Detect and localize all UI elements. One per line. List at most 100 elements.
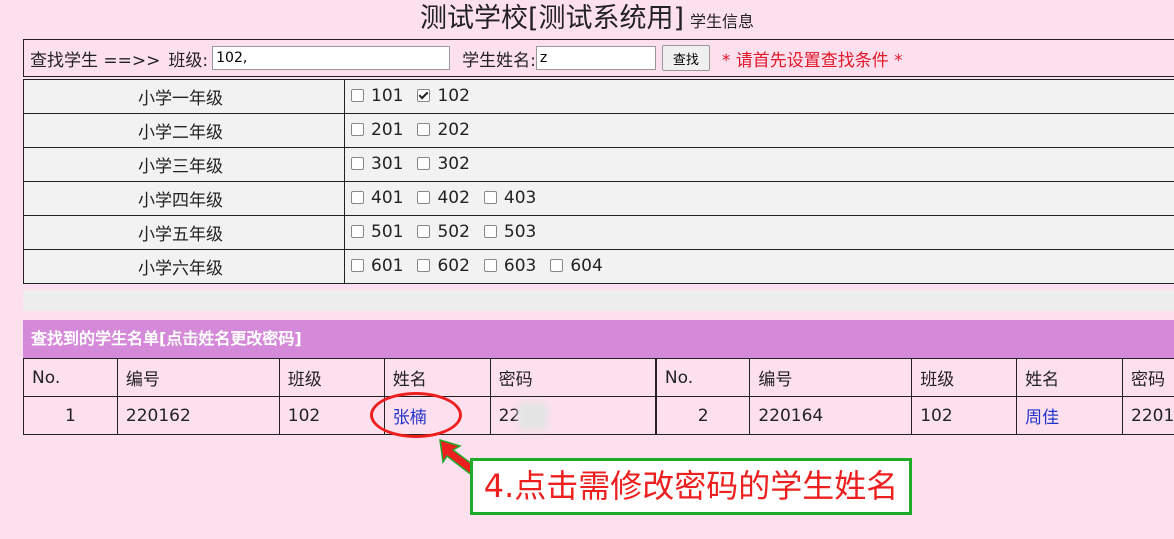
class-input[interactable] — [212, 46, 451, 70]
class-code: 603 — [503, 255, 537, 276]
class-checkbox[interactable] — [417, 123, 431, 137]
class-checkbox[interactable] — [351, 123, 364, 137]
student-id: 220164 — [749, 396, 913, 435]
table-header-row: No. 编号 班级 姓名 密码 No. 编号 班级 姓名 密码 — [23, 358, 1174, 397]
grade-name: 小学五年级 — [23, 215, 345, 250]
grade-row: 小学三年级 301 302 — [23, 147, 1174, 182]
table-row: 1 220162 102 张楠 22 2 220164 102 周佳 2201 — [23, 396, 1174, 435]
results-heading: 查找到的学生名单[点击姓名更改密码] — [23, 320, 1174, 358]
grade-row: 小学一年级 101 102 — [23, 79, 1174, 114]
column-header-name: 姓名 — [383, 358, 491, 397]
column-header-password: 密码 — [489, 358, 657, 397]
class-option[interactable]: 603 — [483, 255, 537, 276]
grade-row: 小学二年级 201 202 — [23, 113, 1174, 148]
class-checkbox[interactable] — [483, 225, 497, 239]
grade-name: 小学四年级 — [23, 181, 345, 216]
class-checkbox[interactable] — [417, 191, 431, 205]
student-password: 2201 — [1131, 405, 1174, 426]
class-option[interactable]: 503 — [483, 221, 537, 242]
search-bar: 查找学生 ==>> 班级: 学生姓名: 查找 * 请首先设置查找条件 * — [23, 39, 1174, 77]
class-option[interactable]: 403 — [483, 187, 537, 208]
class-option[interactable]: 402 — [417, 187, 470, 208]
class-option[interactable]: 201 — [351, 120, 403, 140]
class-option[interactable]: 601 — [351, 256, 403, 276]
column-header-class: 班级 — [911, 358, 1018, 397]
student-password-cell: 2201 — [1122, 396, 1174, 435]
grade-row: 小学五年级 501 502 503 — [23, 215, 1174, 250]
student-password: 22 — [498, 405, 521, 426]
student-name-label: 学生姓名: — [462, 50, 536, 71]
class-checkbox[interactable] — [351, 89, 364, 103]
student-id: 220162 — [116, 396, 280, 435]
class-checkbox[interactable] — [417, 89, 431, 103]
student-results-table: No. 编号 班级 姓名 密码 No. 编号 班级 姓名 密码 1 220162… — [23, 358, 1174, 435]
class-option[interactable]: 501 — [351, 222, 403, 242]
student-no: 2 — [654, 396, 751, 435]
class-code: 403 — [503, 187, 537, 208]
grade-name: 小学六年级 — [23, 249, 345, 284]
class-options: 501 502 503 — [344, 215, 1174, 250]
column-header-no: No. — [23, 358, 118, 397]
grade-name: 小学一年级 — [23, 79, 345, 114]
class-code: 602 — [437, 255, 470, 276]
class-checkbox[interactable] — [351, 157, 364, 171]
instruction-callout: 4.点击需修改密码的学生姓名 — [470, 458, 912, 515]
highlight-circle — [370, 392, 462, 438]
class-checkbox[interactable] — [483, 259, 497, 273]
class-code: 501 — [371, 221, 404, 242]
student-name-link[interactable]: 周佳 — [1025, 408, 1059, 428]
class-option[interactable]: 101 — [351, 86, 403, 106]
class-checkbox[interactable] — [417, 259, 431, 273]
class-options: 401 402 403 — [344, 181, 1174, 216]
class-code: 302 — [437, 153, 470, 174]
column-header-id: 编号 — [749, 358, 913, 397]
student-name-cell: 周佳 — [1016, 396, 1123, 435]
spacer-bar — [23, 290, 1174, 311]
class-code: 503 — [503, 221, 537, 242]
class-checkbox[interactable] — [351, 225, 364, 239]
class-checkbox[interactable] — [417, 157, 431, 171]
column-header-id: 编号 — [116, 358, 280, 397]
class-option[interactable]: 302 — [417, 153, 470, 174]
class-code: 604 — [570, 255, 603, 276]
grade-row: 小学六年级 601 602 603 604 — [23, 249, 1174, 284]
class-checkbox[interactable] — [351, 259, 364, 273]
column-header-name: 姓名 — [1016, 358, 1123, 397]
class-options: 301 302 — [344, 147, 1174, 182]
class-code: 201 — [371, 119, 404, 140]
password-redaction-blur — [518, 401, 549, 430]
search-hint: * 请首先设置查找条件 * — [721, 50, 903, 71]
class-option[interactable]: 502 — [417, 222, 470, 242]
search-button[interactable]: 查找 — [661, 45, 710, 71]
class-options: 201 202 — [344, 113, 1174, 148]
class-option[interactable]: 301 — [351, 154, 403, 174]
student-name-input[interactable] — [535, 46, 656, 70]
class-checkbox[interactable] — [351, 191, 364, 205]
page-header: 测试学校[测试系统用] 学生信息 — [0, 0, 1174, 38]
student-password-cell: 22 — [489, 396, 657, 435]
grade-class-table: 小学一年级 101 102 小学二年级 201 202 小学三年级 301 302 小学四年级 40… — [23, 79, 1174, 284]
search-prefix-label: 查找学生 ==>> — [30, 50, 161, 71]
class-checkbox[interactable] — [417, 225, 431, 239]
class-option[interactable]: 202 — [417, 119, 470, 140]
class-options: 101 102 — [344, 79, 1174, 114]
class-code: 102 — [437, 85, 470, 106]
page-subtitle: 学生信息 — [690, 12, 755, 31]
class-option[interactable]: 602 — [417, 255, 470, 276]
class-checkbox[interactable] — [483, 191, 497, 205]
grade-row: 小学四年级 401 402 403 — [23, 181, 1174, 216]
class-option[interactable]: 604 — [550, 255, 603, 276]
class-checkbox[interactable] — [550, 259, 564, 273]
column-header-no: No. — [654, 358, 751, 397]
class-code: 202 — [437, 119, 470, 140]
class-label: 班级: — [168, 50, 209, 71]
column-header-password: 密码 — [1122, 358, 1174, 397]
class-options: 601 602 603 604 — [344, 249, 1174, 284]
class-code: 601 — [371, 255, 404, 276]
class-option[interactable]: 401 — [351, 188, 403, 208]
class-code: 301 — [371, 153, 404, 174]
page-title: 测试学校[测试系统用] — [419, 3, 685, 34]
class-option[interactable]: 102 — [417, 85, 470, 106]
class-code: 402 — [437, 187, 470, 208]
class-code: 401 — [371, 187, 404, 208]
